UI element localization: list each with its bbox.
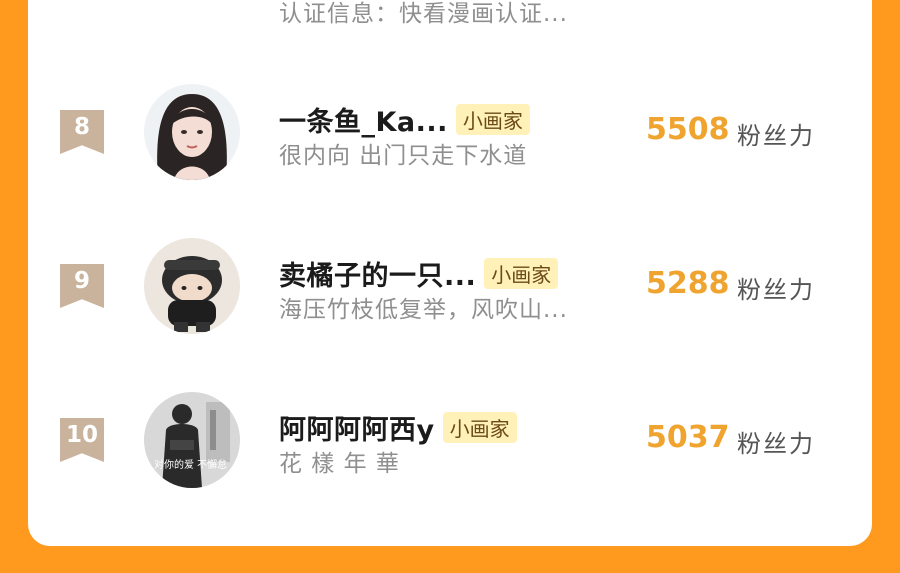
fan-score-label: 粉丝力 [737, 122, 815, 150]
user-bio: 花 樣 年 華 [279, 451, 400, 477]
user-name[interactable]: 一条鱼_Ka... [279, 100, 448, 139]
avatar-photo: 对你的爱 不懈怠 [144, 392, 240, 488]
user-bio: 海压竹枝低复举，风吹山... [279, 297, 568, 323]
user-name[interactable]: 卖橘子的一只... [279, 254, 476, 293]
rank-badge: 8 [60, 110, 104, 154]
avatar[interactable] [144, 84, 240, 180]
list-item-rank-8[interactable]: 8 一条鱼_Ka... 小画家 很内向 出门只走下水道 5508 粉丝力 [28, 82, 872, 182]
fan-score-label: 粉丝力 [737, 276, 815, 304]
fan-score-label: 粉丝力 [737, 430, 815, 458]
avatar-doll-illustration [144, 238, 240, 334]
avatar-girl-illustration [144, 84, 240, 180]
ranking-card: 认证信息：快看漫画认证... 8 一条鱼_Ka... 小画家 很内向 出门只走下… [28, 0, 872, 546]
user-name[interactable]: 阿阿阿阿西y [279, 408, 435, 447]
level-tag: 小画家 [484, 258, 559, 289]
fan-score: 5037 [646, 420, 730, 455]
level-tag: 小画家 [455, 104, 530, 135]
list-item-rank-10[interactable]: 10 对你的爱 不懈怠 阿阿阿阿西y 小画家 花 樣 年 華 5037 粉丝力 [28, 390, 872, 490]
rank-badge: 10 [60, 418, 104, 462]
avatar-caption: 对你的爱 不懈怠 [154, 458, 227, 471]
list-item-rank-9[interactable]: 9 卖橘子的一只... 小画家 海压竹枝低复举，风吹山... 5288 粉丝力 [28, 236, 872, 336]
avatar[interactable] [144, 238, 240, 334]
rank-badge: 9 [60, 264, 104, 308]
user-bio: 认证信息：快看漫画认证... [279, 1, 568, 27]
level-tag: 小画家 [442, 412, 517, 443]
avatar[interactable]: 对你的爱 不懈怠 [144, 392, 240, 488]
fan-score: 5508 [646, 112, 730, 147]
fan-score: 5288 [646, 266, 730, 301]
user-bio: 很内向 出门只走下水道 [279, 143, 528, 169]
